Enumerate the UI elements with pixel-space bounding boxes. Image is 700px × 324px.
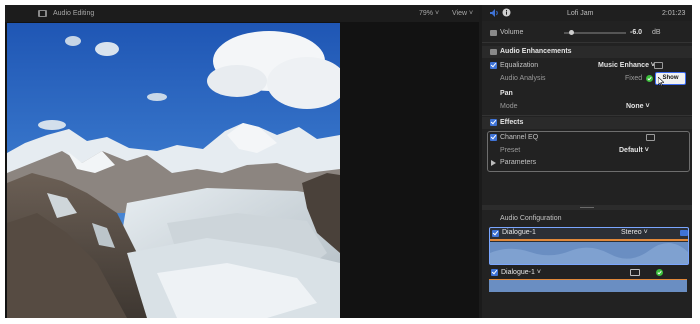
stereo-icon	[630, 269, 640, 276]
lane-role-popup[interactable]: Dialogue-1 ˅	[501, 268, 541, 278]
audio-inspector: Lofi Jam 2:01:23 Volume -6.0 dB Audio En…	[482, 5, 692, 318]
volume-unit: dB	[652, 29, 661, 36]
preset-label: Preset	[500, 147, 521, 154]
effects-header[interactable]: Effects	[482, 117, 692, 129]
enhancements-icon	[490, 49, 497, 55]
parameters-label: Parameters	[500, 159, 537, 166]
pan-mode-row: Mode None ˅	[482, 101, 692, 113]
volume-slider-knob[interactable]	[568, 30, 574, 35]
audio-lane-dialogue-1[interactable]: Dialogue-1 Stereo ˅	[489, 227, 689, 265]
effects-title: Effects	[500, 119, 524, 126]
divider	[482, 42, 692, 43]
stereo-icon	[680, 230, 688, 236]
eq-graph-icon[interactable]	[646, 134, 655, 141]
app-window: Audio Editing 79% ˅ View ˅ Lofi Jam 2:01…	[5, 5, 692, 318]
volume-slider[interactable]	[564, 30, 626, 35]
equalization-label: Equalization	[500, 62, 539, 69]
audio-analysis-status: Fixed	[625, 75, 643, 82]
checkmark-icon	[646, 75, 653, 82]
audio-enhancements-title: Audio Enhancements	[500, 48, 572, 55]
audio-lane-dialogue-1-sub[interactable]: Dialogue-1 ˅	[489, 268, 689, 292]
view-menu[interactable]: View ˅	[452, 9, 473, 18]
pan-mode-value: None	[626, 103, 644, 110]
film-icon	[38, 10, 47, 17]
audio-enhancements-header[interactable]: Audio Enhancements	[482, 46, 692, 58]
lane-checkbox[interactable]	[491, 269, 498, 276]
lane-channel-popup[interactable]: Stereo ˅	[621, 228, 648, 238]
zoom-level: 79%	[419, 10, 434, 17]
viewer-title: Audio Editing	[53, 10, 95, 17]
lane-name: Dialogue-1	[502, 229, 536, 236]
view-menu-label: View	[452, 10, 468, 17]
viewer-pane: Audio Editing 79% ˅ View ˅	[5, 5, 479, 318]
timecode: 2:01:23	[662, 10, 686, 17]
effects-checkbox[interactable]	[490, 119, 497, 126]
chevron-down-icon: ˅	[645, 103, 650, 110]
pan-mode-label: Mode	[500, 103, 518, 110]
lane-name: Dialogue-1	[501, 269, 535, 276]
lane-mode: Stereo	[621, 229, 642, 236]
audio-configuration-title: Audio Configuration	[500, 215, 562, 222]
volume-label: Volume	[500, 29, 524, 36]
volume-icon	[490, 30, 497, 36]
equalization-row: Equalization Music Enhance ˅	[482, 60, 692, 72]
inspector-header: Lofi Jam 2:01:23	[482, 5, 692, 21]
preset-value: Default	[619, 147, 643, 154]
chevron-down-icon: ˅	[434, 10, 440, 17]
resize-handle[interactable]	[482, 205, 692, 210]
waveform	[490, 242, 688, 264]
divider	[482, 115, 692, 116]
pan-mode-popup[interactable]: None ˅	[626, 102, 650, 112]
chevron-down-icon: ˅	[536, 269, 541, 276]
mouse-cursor-icon	[657, 76, 665, 87]
clip-title: Lofi Jam	[567, 10, 594, 17]
channel-eq-checkbox[interactable]	[490, 134, 497, 141]
chevron-down-icon: ˅	[643, 229, 648, 236]
eq-graph-icon[interactable]	[654, 62, 663, 69]
waveform	[489, 280, 687, 292]
info-icon[interactable]	[502, 8, 511, 17]
audio-analysis-label: Audio Analysis	[500, 75, 546, 82]
speaker-icon[interactable]	[490, 9, 499, 17]
parameters-row[interactable]: Parameters	[482, 157, 692, 169]
pan-header[interactable]: Pan	[482, 88, 692, 100]
zoom-menu[interactable]: 79% ˅	[419, 9, 439, 18]
audio-configuration-header: Audio Configuration	[482, 213, 692, 225]
chevron-down-icon: ˅	[469, 10, 474, 17]
pan-title: Pan	[500, 90, 513, 97]
viewer-toolbar: Audio Editing 79% ˅ View ˅	[5, 5, 479, 22]
channel-eq-label: Channel EQ	[500, 134, 539, 141]
chevron-down-icon: ˅	[644, 147, 649, 154]
volume-row: Volume -6.0 dB	[482, 27, 692, 39]
equalization-value: Music Enhance	[598, 62, 649, 69]
lane-role-popup[interactable]: Dialogue-1	[502, 228, 536, 238]
clip-volume-line	[490, 239, 688, 241]
preset-row: Preset Default ˅	[482, 145, 692, 157]
volume-value[interactable]: -6.0	[630, 28, 642, 38]
preset-popup[interactable]: Default ˅	[619, 146, 649, 156]
equalization-checkbox[interactable]	[490, 62, 497, 69]
lane-checkbox[interactable]	[492, 230, 499, 237]
video-frame[interactable]	[7, 23, 340, 318]
equalization-popup[interactable]: Music Enhance ˅	[598, 61, 655, 71]
channel-eq-row: Channel EQ	[482, 132, 692, 144]
disclosure-triangle-icon[interactable]	[491, 160, 496, 166]
checkmark-icon	[656, 269, 663, 276]
mountain-landscape-image	[7, 23, 340, 318]
